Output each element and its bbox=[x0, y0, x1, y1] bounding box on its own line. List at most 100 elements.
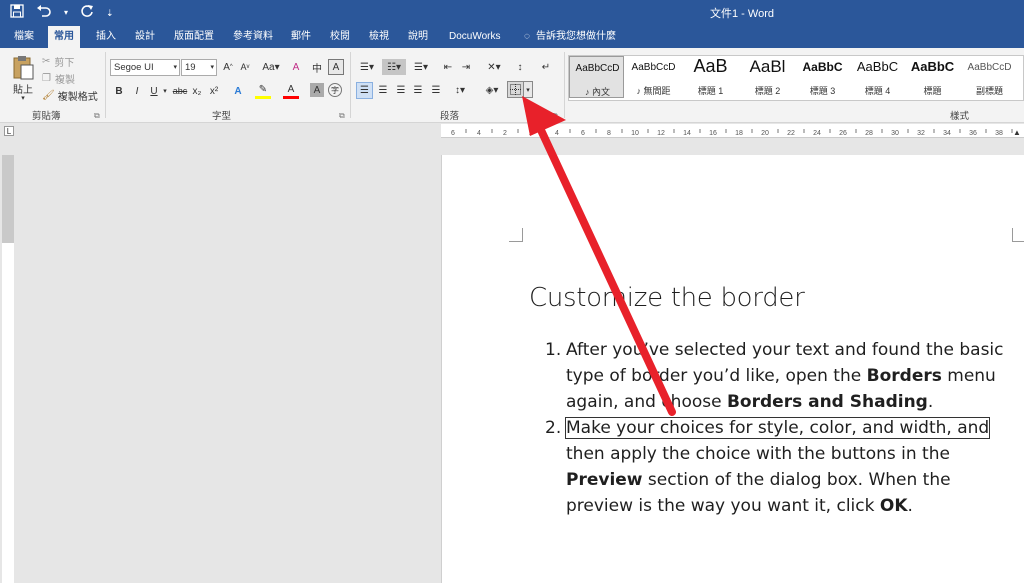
style-subtitle[interactable]: AaBbCcD 副標題 bbox=[962, 56, 1017, 98]
list-number: 2. bbox=[545, 418, 562, 438]
multilevel-list-icon[interactable]: ☰▾ bbox=[410, 59, 432, 75]
shading-icon[interactable]: ◈▾ bbox=[480, 82, 504, 98]
group-divider bbox=[350, 52, 351, 118]
style-name: 標題 2 bbox=[754, 86, 781, 96]
style-name: ♪ 無間距 bbox=[636, 86, 671, 96]
highlight-color-button[interactable]: ✎ bbox=[255, 83, 271, 99]
bullets-icon[interactable]: ☰▾ bbox=[356, 59, 378, 75]
clipboard-group-label: 剪貼簿 bbox=[32, 111, 61, 122]
paragraph-launcher-icon[interactable]: ⧉ bbox=[552, 111, 558, 121]
tab-layout[interactable]: 版面配置 bbox=[168, 26, 220, 48]
tab-selector-icon[interactable]: L bbox=[4, 126, 14, 136]
numbering-icon[interactable]: ☷▾ bbox=[382, 59, 406, 75]
tab-mailings[interactable]: 郵件 bbox=[285, 26, 317, 48]
tab-design[interactable]: 設計 bbox=[129, 26, 161, 48]
tab-home[interactable]: 常用 bbox=[48, 26, 80, 48]
tab-docuworks[interactable]: DocuWorks bbox=[443, 26, 507, 48]
style-heading-4[interactable]: AaBbC 標題 4 bbox=[850, 56, 905, 98]
clear-formatting-icon[interactable]: A bbox=[289, 60, 303, 74]
subscript-button[interactable]: x₂ bbox=[191, 84, 203, 98]
list-item[interactable]: 1. After you’ve selected your text and f… bbox=[545, 337, 1015, 415]
ruler-up-icon[interactable]: ▲ bbox=[1010, 126, 1024, 138]
ruler-number: 14 bbox=[683, 130, 691, 137]
borders-icon bbox=[510, 84, 521, 95]
phonetic-guide-icon[interactable]: 中 bbox=[310, 60, 324, 75]
asian-layout-icon[interactable]: ✕▾ bbox=[483, 59, 505, 75]
font-launcher-icon[interactable]: ⧉ bbox=[339, 111, 345, 121]
tab-review[interactable]: 校閱 bbox=[324, 26, 356, 48]
quick-access-toolbar: ▾ ⇣ bbox=[10, 4, 114, 22]
line-spacing-icon[interactable]: ↕▾ bbox=[449, 82, 471, 98]
style-name: ♪ 內文 bbox=[584, 87, 610, 97]
ruler-number: 36 bbox=[969, 130, 977, 137]
horizontal-ruler[interactable]: 6 4 2 2 4 6 8 10 12 14 16 18 20 22 24 26 28 30 32 34 36 38 bbox=[441, 124, 1024, 138]
enclose-characters-icon[interactable]: 字 bbox=[328, 83, 342, 97]
title-bar: ▾ ⇣ 文件1 - Word bbox=[0, 0, 1024, 26]
redo-icon[interactable] bbox=[80, 4, 94, 22]
undo-dropdown-icon[interactable]: ▾ bbox=[64, 5, 68, 21]
bold-button[interactable]: B bbox=[113, 84, 125, 98]
ruler-number: 12 bbox=[657, 130, 665, 137]
tell-me-search[interactable]: ◌ 告訴我您想做什麼 bbox=[518, 26, 622, 48]
cut-button[interactable]: ✂ 剪下 bbox=[42, 54, 74, 69]
sort-icon[interactable]: ↕ bbox=[512, 59, 528, 75]
character-border-icon[interactable]: A bbox=[328, 59, 344, 75]
font-color-button[interactable]: A bbox=[283, 83, 299, 99]
copy-button[interactable]: ❐ 複製 bbox=[42, 71, 75, 86]
increase-indent-icon[interactable]: ⇥ bbox=[458, 59, 474, 75]
character-shading-button[interactable]: A bbox=[310, 83, 324, 97]
change-case-icon[interactable]: Aa▾ bbox=[260, 60, 282, 74]
superscript-button[interactable]: x² bbox=[208, 84, 220, 98]
format-painter-button[interactable]: 🖌 複製格式 bbox=[42, 88, 98, 103]
window-title: 文件1 - Word bbox=[710, 8, 774, 20]
bordered-text: Make your choices for style, color, and … bbox=[564, 417, 991, 439]
strikethrough-button[interactable]: abc bbox=[172, 84, 188, 98]
styles-group-label: 樣式 bbox=[950, 111, 970, 122]
shrink-font-icon[interactable]: Av bbox=[238, 60, 252, 74]
align-right-icon[interactable]: ☰ bbox=[393, 82, 409, 98]
align-center-icon[interactable]: ☰ bbox=[375, 82, 391, 98]
undo-icon[interactable] bbox=[36, 4, 52, 22]
tab-view[interactable]: 檢視 bbox=[363, 26, 395, 48]
grow-font-icon[interactable]: A ^ bbox=[221, 60, 235, 74]
style-title[interactable]: AaBbC 標題 bbox=[905, 56, 960, 98]
ruler-number: 28 bbox=[865, 130, 873, 137]
paste-icon[interactable] bbox=[8, 54, 38, 82]
style-no-spacing[interactable]: AaBbCcD ♪ 無間距 bbox=[626, 56, 681, 98]
lightbulb-icon: ◌ bbox=[524, 31, 530, 42]
font-family-dropdown[interactable]: Segoe UI ▾ bbox=[110, 59, 180, 76]
underline-dropdown-icon[interactable]: ▾ bbox=[161, 84, 169, 98]
italic-button[interactable]: I bbox=[131, 84, 143, 98]
tab-file[interactable]: 檔案 bbox=[8, 26, 40, 48]
tab-help[interactable]: 說明 bbox=[402, 26, 434, 48]
show-hide-marks-icon[interactable]: ↵ bbox=[538, 59, 554, 75]
customize-qat-icon[interactable]: ⇣ bbox=[106, 5, 114, 21]
distributed-icon[interactable]: ☰ bbox=[428, 82, 444, 98]
style-normal[interactable]: AaBbCcD ♪ 內文 bbox=[569, 56, 624, 98]
justify-icon[interactable]: ☰ bbox=[410, 82, 426, 98]
paste-button[interactable]: 貼上 bbox=[8, 82, 38, 96]
tab-insert[interactable]: 插入 bbox=[90, 26, 122, 48]
paste-dropdown-icon[interactable]: ▾ bbox=[16, 94, 30, 102]
numbered-list[interactable]: 1. After you’ve selected your text and f… bbox=[545, 337, 1015, 519]
text-effects-button[interactable]: A bbox=[230, 83, 246, 99]
borders-button[interactable] bbox=[507, 81, 524, 98]
underline-button[interactable]: U bbox=[148, 84, 160, 98]
document-heading[interactable]: Customize the border bbox=[529, 283, 805, 313]
save-icon[interactable] bbox=[10, 4, 24, 22]
ribbon: 貼上 ▾ ✂ 剪下 ❐ 複製 🖌 複製格式 剪貼簿 ⧉ Segoe UI ▾ 19 ▾ A… bbox=[0, 48, 1024, 123]
list-text: . bbox=[927, 392, 934, 412]
style-heading-1[interactable]: AaB 標題 1 bbox=[683, 56, 738, 98]
style-heading-2[interactable]: AaBl 標題 2 bbox=[740, 56, 795, 98]
clipboard-launcher-icon[interactable]: ⧉ bbox=[94, 111, 100, 121]
style-heading-3[interactable]: AaBbC 標題 3 bbox=[795, 56, 850, 98]
list-item[interactable]: 2. Make your choices for style, color, a… bbox=[545, 415, 1015, 519]
scissors-icon: ✂ bbox=[42, 55, 51, 67]
borders-dropdown-icon[interactable]: ▾ bbox=[524, 81, 533, 98]
tab-references[interactable]: 參考資料 bbox=[227, 26, 279, 48]
font-size-dropdown[interactable]: 19 ▾ bbox=[181, 59, 217, 76]
decrease-indent-icon[interactable]: ⇤ bbox=[440, 59, 456, 75]
align-left-icon[interactable]: ☰ bbox=[356, 82, 373, 99]
style-sample: AaBbC bbox=[910, 59, 955, 74]
style-name: 標題 4 bbox=[864, 86, 891, 96]
